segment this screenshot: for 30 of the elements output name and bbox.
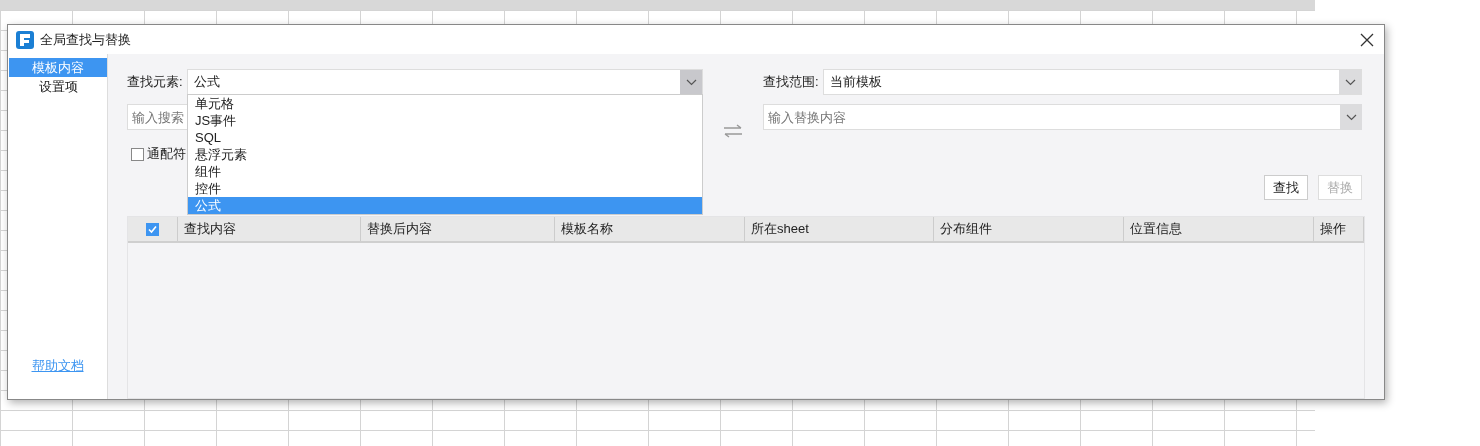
dropdown-option[interactable]: 悬浮元素 [188,146,702,163]
scope-dropdown[interactable]: 当前模板 [823,69,1362,95]
column-header[interactable]: 分布组件 [934,217,1124,241]
caret-icon [685,78,697,86]
action-button[interactable]: 查找 [1264,175,1308,200]
window-title: 全局查找与替换 [40,30,131,49]
sidebar-item[interactable]: 设置项 [9,77,107,96]
replace-field[interactable]: 输入替换内容 [763,104,1340,130]
column-header[interactable]: 操作 [1314,217,1364,241]
column-header[interactable]: 查找内容 [178,217,361,241]
app-logo-icon [16,30,34,49]
column-header[interactable]: 替换后内容 [361,217,555,241]
field-label: 查找范围: [763,73,820,91]
dropdown-option[interactable]: 控件 [188,180,702,197]
column-header[interactable]: 模板名称 [555,217,745,241]
checkbox-label: 通配符 [147,145,186,163]
swap-icon[interactable] [723,124,743,138]
caret-icon [1344,78,1356,86]
dropdown-option[interactable]: 单元格 [188,95,702,112]
dropdown-option[interactable]: JS事件 [188,112,702,129]
dropdown-button[interactable] [1340,104,1362,130]
dropdown-option[interactable]: 组件 [188,163,702,180]
wildcard-checkbox[interactable] [131,147,144,161]
dropdown-option[interactable]: SQL [188,129,702,146]
column-header[interactable]: 所在sheet [745,217,934,241]
element-dropdown[interactable]: 公式 [187,69,703,95]
caret-icon [1345,113,1357,121]
select-all-checkbox[interactable] [146,222,159,236]
column-header[interactable]: 位置信息 [1124,217,1314,241]
field-label: 查找元素: [127,73,184,91]
